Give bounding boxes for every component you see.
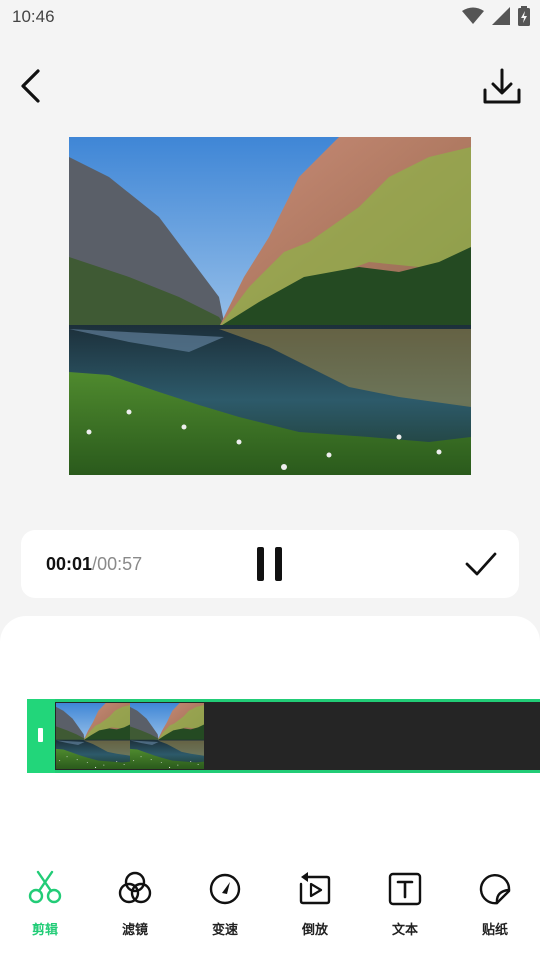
back-button[interactable] xyxy=(14,66,50,106)
speed-icon xyxy=(209,873,241,905)
total-time: 00:57 xyxy=(97,554,143,574)
timeline-thumbnail xyxy=(130,703,204,769)
tool-label: 文本 xyxy=(391,923,418,938)
timeline-track[interactable] xyxy=(27,699,540,773)
chevron-left-icon xyxy=(21,69,40,103)
tool-label: 贴纸 xyxy=(481,923,508,938)
signal-icon xyxy=(492,7,510,25)
tool-text[interactable]: 文本 xyxy=(360,868,450,944)
time-display: 00:01/00:57 xyxy=(46,554,142,575)
tool-label: 滤镜 xyxy=(121,923,148,938)
scissors-icon xyxy=(28,870,62,904)
download-icon xyxy=(483,68,521,104)
timeline-thumbnail xyxy=(56,703,130,769)
pause-icon xyxy=(257,547,264,581)
pause-button[interactable] xyxy=(255,547,285,583)
trim-handle[interactable] xyxy=(27,699,55,773)
status-time: 10:46 xyxy=(12,7,55,26)
tool-cut[interactable]: 剪辑 xyxy=(0,868,90,944)
check-icon xyxy=(465,552,497,576)
reverse-play-icon xyxy=(299,872,331,905)
tool-reverse[interactable]: 倒放 xyxy=(270,868,360,944)
tool-filter[interactable]: 滤镜 xyxy=(90,868,180,944)
status-bar: 10:46 xyxy=(0,0,540,34)
status-icons xyxy=(462,6,530,26)
sticker-icon xyxy=(479,873,511,905)
trim-handle-grip xyxy=(38,728,43,742)
tool-label: 剪辑 xyxy=(31,923,58,938)
tool-label: 倒放 xyxy=(301,923,328,938)
download-button[interactable] xyxy=(480,66,524,108)
edit-toolbar: 剪辑 滤镜 变速 倒放 文本 贴纸 xyxy=(0,868,540,948)
pause-icon-bar xyxy=(275,547,282,581)
video-frame xyxy=(69,137,471,475)
player-controls: 00:01/00:57 xyxy=(21,530,519,598)
current-time: 00:01 xyxy=(46,554,93,574)
battery-icon xyxy=(518,6,530,26)
wifi-icon xyxy=(462,7,484,24)
confirm-button[interactable] xyxy=(464,548,498,580)
tool-sticker[interactable]: 贴纸 xyxy=(450,868,540,944)
filter-icon xyxy=(118,871,152,904)
tool-label: 变速 xyxy=(211,923,238,938)
video-preview[interactable] xyxy=(69,137,471,475)
text-icon xyxy=(388,872,422,906)
tool-speed[interactable]: 变速 xyxy=(180,868,270,944)
